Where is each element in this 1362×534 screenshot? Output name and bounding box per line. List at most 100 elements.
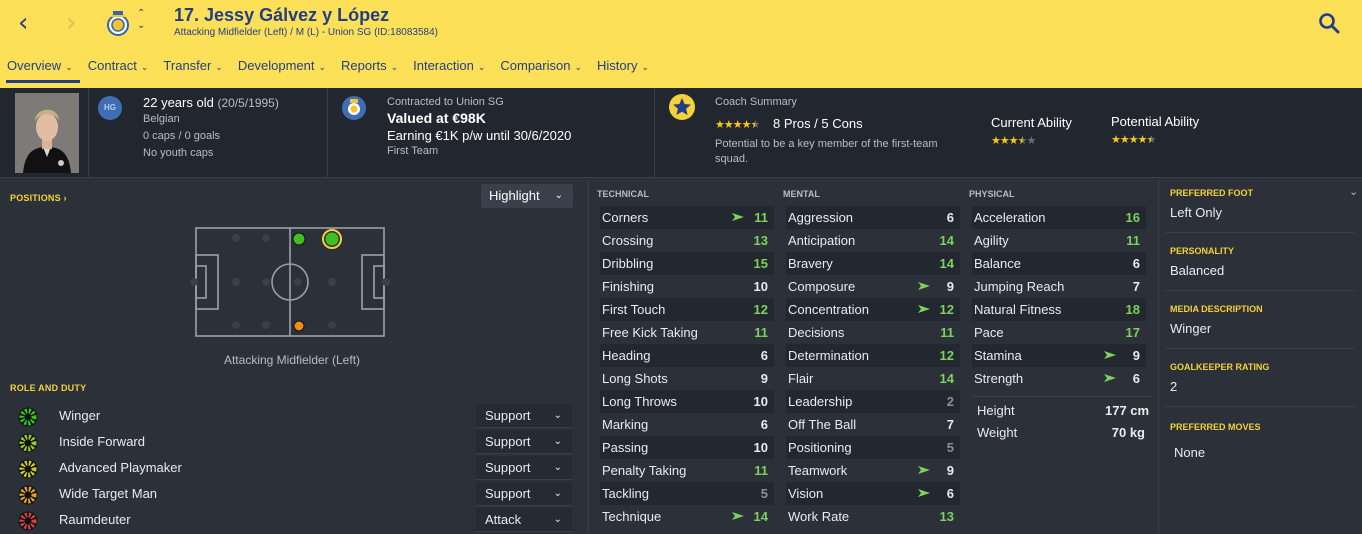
attribute-value: 16 — [1125, 210, 1140, 225]
personality-value: Balanced — [1170, 263, 1225, 278]
attribute-row[interactable]: Teamwork 9 — [786, 459, 960, 482]
chevron-down-icon: ⌄ — [553, 462, 562, 473]
tab-contract[interactable]: Contract ⌄ — [88, 58, 149, 80]
star-icon: ★ — [723, 118, 734, 131]
attribute-row[interactable]: Technique 14 — [600, 505, 774, 528]
role-row[interactable]: Wide Target Man Support ⌄ — [0, 482, 584, 508]
attribute-name: Teamwork — [788, 463, 848, 478]
chevron-down-icon: ⌄ — [390, 63, 399, 73]
attribute-row[interactable]: Balance 6 — [972, 252, 1146, 275]
attribute-row[interactable]: Aggression 6 — [786, 206, 960, 229]
attribute-row[interactable]: Finishing 10 — [600, 275, 774, 298]
club-switch-icon[interactable]: ⌃ ⌄ — [137, 8, 145, 32]
attribute-row[interactable]: Bravery 14 — [786, 252, 960, 275]
attribute-value: 6 — [946, 210, 954, 225]
attribute-row[interactable]: Strength 6 — [972, 367, 1146, 390]
attribute-value: 12 — [939, 348, 954, 363]
attribute-row[interactable]: Long Shots 9 — [600, 367, 774, 390]
tab-interaction[interactable]: Interaction ⌄ — [413, 58, 485, 80]
attribute-row[interactable]: Off The Ball 7 — [786, 413, 960, 436]
attribute-row[interactable]: Determination 12 — [786, 344, 960, 367]
tab-overview[interactable]: Overview ⌄ — [7, 58, 73, 80]
chevron-down-icon[interactable]: ⌄ — [1349, 185, 1358, 198]
attribute-row[interactable]: Pace 17 — [972, 321, 1146, 344]
media-description-value: Winger — [1170, 321, 1212, 336]
attribute-name: Agility — [974, 233, 1009, 248]
key-attribute-flag-icon — [918, 489, 930, 497]
club-badge-icon[interactable] — [342, 96, 366, 120]
attribute-row[interactable]: Dribbling 15 — [600, 252, 774, 275]
role-row[interactable]: Raumdeuter Attack ⌄ — [0, 508, 584, 534]
coach-summary-text-1: Potential to be a key member of the firs… — [715, 138, 938, 150]
attribute-name: Heading — [602, 348, 651, 363]
attribute-row[interactable]: Tackling 5 — [600, 482, 774, 505]
attribute-value: 7 — [946, 417, 954, 432]
search-icon[interactable] — [1318, 12, 1340, 34]
star-icon: ★ — [732, 118, 743, 131]
attribute-row[interactable]: First Touch 12 — [600, 298, 774, 321]
attribute-row[interactable]: Stamina 9 — [972, 344, 1146, 367]
duty-dropdown[interactable]: Attack ⌄ — [476, 508, 572, 532]
tab-comparison[interactable]: Comparison ⌄ — [500, 58, 582, 80]
contract-wage: Earning €1K p/w until 30/6/2020 — [387, 128, 572, 143]
duty-dropdown[interactable]: Support ⌄ — [476, 430, 572, 454]
attribute-row[interactable]: Concentration 12 — [786, 298, 960, 321]
role-row[interactable]: Winger Support ⌄ — [0, 404, 584, 430]
goalkeeper-rating-title: GOALKEEPER RATING — [1170, 362, 1270, 372]
attribute-row[interactable]: Agility 11 — [972, 229, 1146, 252]
attribute-row[interactable]: Composure 9 — [786, 275, 960, 298]
star-icon: ★ — [1008, 134, 1019, 147]
attribute-row[interactable]: Penalty Taking 11 — [600, 459, 774, 482]
chevron-right-icon[interactable]: › — [66, 8, 76, 38]
attribute-row[interactable]: Heading 6 — [600, 344, 774, 367]
duty-label: Support — [485, 434, 531, 449]
attribute-value: 13 — [753, 233, 768, 248]
chevron-down-icon: ⌄ — [318, 63, 327, 73]
tab-reports[interactable]: Reports ⌄ — [341, 58, 398, 80]
role-row[interactable]: Inside Forward Support ⌄ — [0, 430, 584, 456]
attribute-value: 11 — [1126, 233, 1140, 248]
technical-title: TECHNICAL — [597, 189, 649, 199]
tab-label: Contract — [87, 58, 137, 73]
potential-ability-label: Potential Ability — [1111, 114, 1200, 129]
attribute-row[interactable]: Free Kick Taking 11 — [600, 321, 774, 344]
club-crest-icon[interactable] — [104, 9, 132, 37]
attribute-row[interactable]: Marking 6 — [600, 413, 774, 436]
player-nationality[interactable]: Belgian — [143, 113, 180, 125]
duty-label: Support — [485, 486, 531, 501]
attribute-row[interactable]: Natural Fitness 18 — [972, 298, 1146, 321]
attribute-row[interactable]: Positioning 5 — [786, 436, 960, 459]
attribute-row[interactable]: Leadership 2 — [786, 390, 960, 413]
positions-link[interactable]: POSITIONS › — [10, 193, 67, 203]
chevron-left-icon[interactable]: ‹ — [18, 8, 28, 38]
attribute-row[interactable]: Flair 14 — [786, 367, 960, 390]
duty-dropdown[interactable]: Support ⌄ — [476, 456, 572, 480]
attribute-row[interactable]: Corners 11 — [600, 206, 774, 229]
attribute-row[interactable]: Anticipation 14 — [786, 229, 960, 252]
player-subtitle: Attacking Midfielder (Left) / M (L) - Un… — [174, 27, 438, 38]
tab-transfer[interactable]: Transfer ⌄ — [163, 58, 222, 80]
attribute-row[interactable]: Work Rate 13 — [786, 505, 960, 528]
attribute-name: Determination — [788, 348, 869, 363]
role-row[interactable]: Advanced Playmaker Support ⌄ — [0, 456, 584, 482]
attribute-row[interactable]: Crossing 13 — [600, 229, 774, 252]
attribute-row[interactable]: Vision 6 — [786, 482, 960, 505]
attribute-row[interactable]: Decisions 11 — [786, 321, 960, 344]
attribute-value: 6 — [760, 417, 768, 432]
attribute-row[interactable]: Jumping Reach 7 — [972, 275, 1146, 298]
star-icon: ★ — [1026, 134, 1037, 147]
attribute-row[interactable]: Acceleration 16 — [972, 206, 1146, 229]
tab-history[interactable]: History ⌄ — [597, 58, 649, 80]
weight-label: Weight — [977, 425, 1018, 440]
goalkeeper-rating-value: 2 — [1170, 379, 1178, 394]
pros-cons[interactable]: 8 Pros / 5 Cons — [773, 116, 863, 131]
attribute-name: Pace — [974, 325, 1004, 340]
key-attribute-flag-icon — [1104, 374, 1116, 382]
tab-label: Transfer — [163, 58, 212, 73]
duty-dropdown[interactable]: Support ⌄ — [476, 482, 572, 506]
attribute-row[interactable]: Long Throws 10 — [600, 390, 774, 413]
tab-development[interactable]: Development ⌄ — [238, 58, 326, 80]
attribute-row[interactable]: Passing 10 — [600, 436, 774, 459]
highlight-dropdown[interactable]: Highlight ⌄ — [481, 184, 573, 208]
duty-dropdown[interactable]: Support ⌄ — [476, 404, 572, 428]
